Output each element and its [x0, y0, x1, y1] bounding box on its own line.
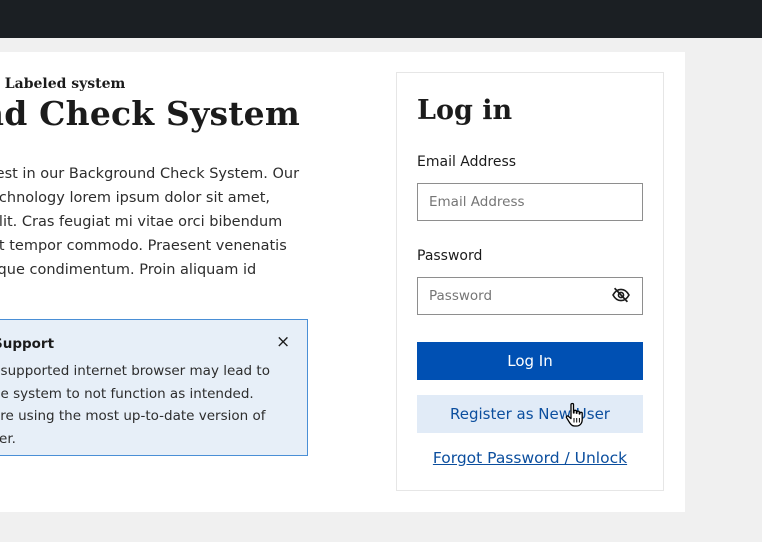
intro-line: et tempor commodo. Praesent venenatis: [0, 238, 287, 254]
browser-support-alert: Support × nsupported internet browser ma…: [0, 319, 308, 456]
email-label: Email Address: [417, 154, 517, 170]
system-label: e Labeled system: [0, 76, 126, 92]
system-title: nd Check System: [0, 94, 300, 133]
password-field[interactable]: [417, 277, 643, 315]
alert-line: are using the most up-to-date version of: [0, 408, 266, 424]
email-field[interactable]: [417, 183, 643, 221]
intro-line: sque condimentum. Proin aliquam id: [0, 262, 257, 278]
login-button[interactable]: Log In: [417, 342, 643, 380]
top-nav-bar: [0, 0, 762, 38]
login-title: Log in: [417, 95, 513, 126]
eye-slash-icon[interactable]: [611, 287, 631, 303]
password-label: Password: [417, 248, 483, 264]
forgot-password-link[interactable]: Forgot Password / Unlock: [397, 449, 663, 467]
login-panel: Log in Email Address Password Log In Reg…: [396, 72, 664, 491]
alert-body: nsupported internet browser may lead to …: [0, 360, 292, 450]
alert-line: ser.: [0, 430, 16, 447]
register-button[interactable]: Register as New User: [417, 395, 643, 433]
alert-line: he system to not function as intended.: [0, 385, 254, 402]
main-card: e Labeled system nd Check System rest in…: [0, 52, 685, 512]
close-icon[interactable]: ×: [276, 332, 290, 352]
intro-line: elit. Cras feugiat mi vitae orci bibendu…: [0, 214, 283, 230]
intro-line: echnology lorem ipsum dolor sit amet,: [0, 190, 270, 206]
alert-line: nsupported internet browser may lead to: [0, 363, 270, 379]
intro-text: rest in our Background Check System. Our…: [0, 162, 310, 282]
alert-heading: Support: [0, 336, 55, 352]
intro-line: rest in our Background Check System. Our: [0, 166, 300, 182]
